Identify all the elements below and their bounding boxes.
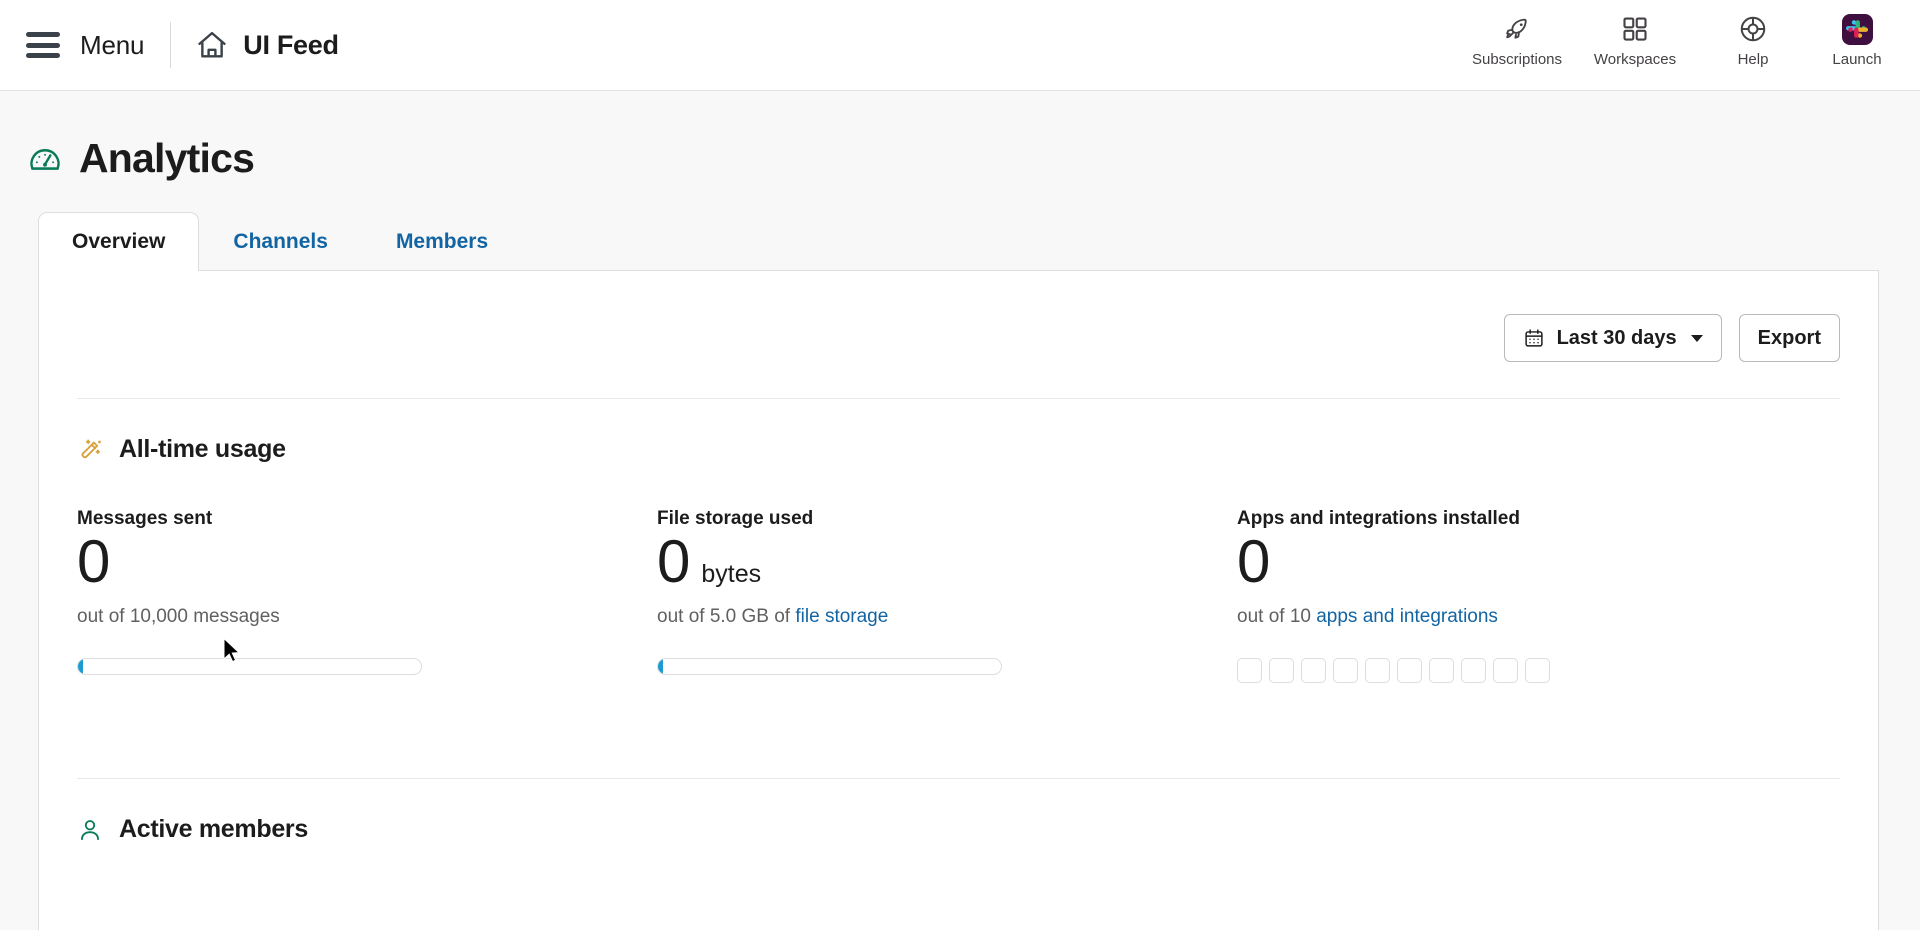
stat-subtext-prefix: out of 10 (1237, 606, 1317, 627)
page-title: Analytics (79, 135, 255, 181)
chevron-down-icon (1690, 334, 1703, 342)
life-ring-icon (1738, 12, 1768, 46)
stat-messages-sent: Messages sent 0 out of 10,000 messages (77, 508, 657, 683)
active-members-header: Active members (77, 779, 1840, 844)
topbar-left-group: Menu UI Feed (20, 0, 339, 90)
all-time-usage-title: All-time usage (119, 435, 286, 463)
card-toolbar: Last 30 days Export (77, 271, 1840, 398)
calendar-icon (1523, 327, 1545, 349)
page-heading: Analytics (0, 91, 1920, 182)
app-slot (1461, 658, 1486, 683)
file-storage-link[interactable]: file storage (795, 606, 888, 627)
tab-members[interactable]: Members (362, 212, 522, 270)
topbar-right-group: Subscriptions Workspaces Help Launch (1458, 0, 1902, 90)
analytics-overview-card: Last 30 days Export All-time usage Messa… (38, 270, 1879, 930)
nav-label-help: Help (1737, 51, 1769, 68)
date-range-label: Last 30 days (1556, 326, 1677, 349)
export-button[interactable]: Export (1738, 314, 1840, 362)
apps-integrations-link[interactable]: apps and integrations (1316, 606, 1498, 627)
nav-label-subscriptions: Subscriptions (1471, 51, 1563, 68)
progress-bar-fill (78, 659, 84, 674)
tab-channels[interactable]: Channels (199, 212, 362, 270)
menu-button[interactable]: Menu (80, 30, 144, 61)
stat-label: File storage used (657, 508, 814, 529)
app-slot (1429, 658, 1454, 683)
stat-value-row: 0 (77, 532, 657, 596)
app-slot (1365, 658, 1390, 683)
all-time-usage-header: All-time usage (77, 399, 1840, 464)
magic-wand-icon (77, 437, 103, 463)
nav-item-subscriptions[interactable]: Subscriptions (1458, 12, 1576, 68)
stat-value: 0 (657, 528, 690, 595)
stat-subtext-prefix: out of 5.0 GB of (657, 606, 796, 627)
home-title: UI Feed (243, 29, 339, 60)
stat-subtext-prefix: out of 10,000 messages (77, 606, 280, 627)
progress-bar-messages (77, 658, 422, 675)
progress-bar-storage (657, 658, 1002, 675)
stat-value-row: 0 (1237, 532, 1817, 596)
stat-unit: bytes (701, 560, 762, 588)
app-slot (1269, 658, 1294, 683)
stat-subtext: out of 10,000 messages (77, 606, 657, 628)
stat-label: Apps and integrations installed (1237, 508, 1520, 529)
active-members-title: Active members (119, 815, 308, 843)
person-icon (77, 817, 103, 843)
stat-value-row: 0 bytes (657, 532, 1237, 596)
home-icon (195, 28, 229, 62)
stat-subtext: out of 5.0 GB of file storage (657, 606, 1237, 628)
progress-bar-fill (658, 659, 664, 674)
nav-label-launch: Launch (1832, 51, 1882, 68)
stat-value: 0 (1237, 528, 1270, 595)
nav-label-workspaces: Workspaces (1593, 51, 1677, 68)
app-slot (1493, 658, 1518, 683)
app-slot (1333, 658, 1358, 683)
grid-squares-icon (1620, 12, 1650, 46)
stat-file-storage-used: File storage used 0 bytes out of 5.0 GB … (657, 508, 1237, 683)
app-slot (1525, 658, 1550, 683)
app-slot (1237, 658, 1262, 683)
stat-value: 0 (77, 528, 110, 595)
topbar-divider (170, 22, 172, 68)
hamburger-icon[interactable] (26, 32, 60, 58)
gauge-icon (27, 141, 63, 177)
app-slot (1301, 658, 1326, 683)
top-navigation-bar: Menu UI Feed Subscriptions Workspaces He… (0, 0, 1920, 91)
stat-label: Messages sent (77, 508, 213, 529)
stat-apps-installed: Apps and integrations installed 0 out of… (1237, 508, 1817, 683)
slack-logo-icon (1841, 12, 1873, 46)
analytics-tabs: Overview Channels Members (0, 212, 1920, 271)
nav-item-workspaces[interactable]: Workspaces (1576, 12, 1694, 68)
date-range-picker-button[interactable]: Last 30 days (1503, 314, 1722, 362)
rocket-icon (1502, 12, 1532, 46)
nav-item-launch[interactable]: Launch (1812, 12, 1902, 68)
home-link[interactable]: UI Feed (195, 28, 339, 62)
all-time-usage-stats: Messages sent 0 out of 10,000 messages F… (77, 464, 1840, 683)
app-slot-row (1237, 658, 1817, 683)
nav-item-help[interactable]: Help (1694, 12, 1812, 68)
app-slot (1397, 658, 1422, 683)
stat-subtext: out of 10 apps and integrations (1237, 606, 1817, 628)
tab-overview[interactable]: Overview (38, 212, 200, 271)
